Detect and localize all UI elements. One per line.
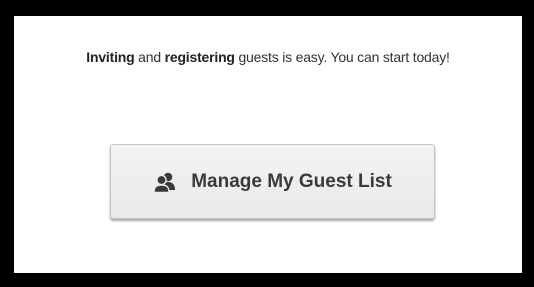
intro-text-connector: and xyxy=(134,49,165,65)
intro-emphasis-inviting: Inviting xyxy=(86,49,135,65)
content-panel: Inviting and registering guests is easy.… xyxy=(14,16,522,273)
intro-text: Inviting and registering guests is easy.… xyxy=(14,49,522,65)
intro-text-tail: guests is easy. You can start today! xyxy=(234,49,450,65)
manage-guest-list-label: Manage My Guest List xyxy=(191,170,392,192)
intro-emphasis-registering: registering xyxy=(164,49,235,65)
users-icon xyxy=(153,171,177,193)
manage-guest-list-button[interactable]: Manage My Guest List xyxy=(110,144,435,219)
